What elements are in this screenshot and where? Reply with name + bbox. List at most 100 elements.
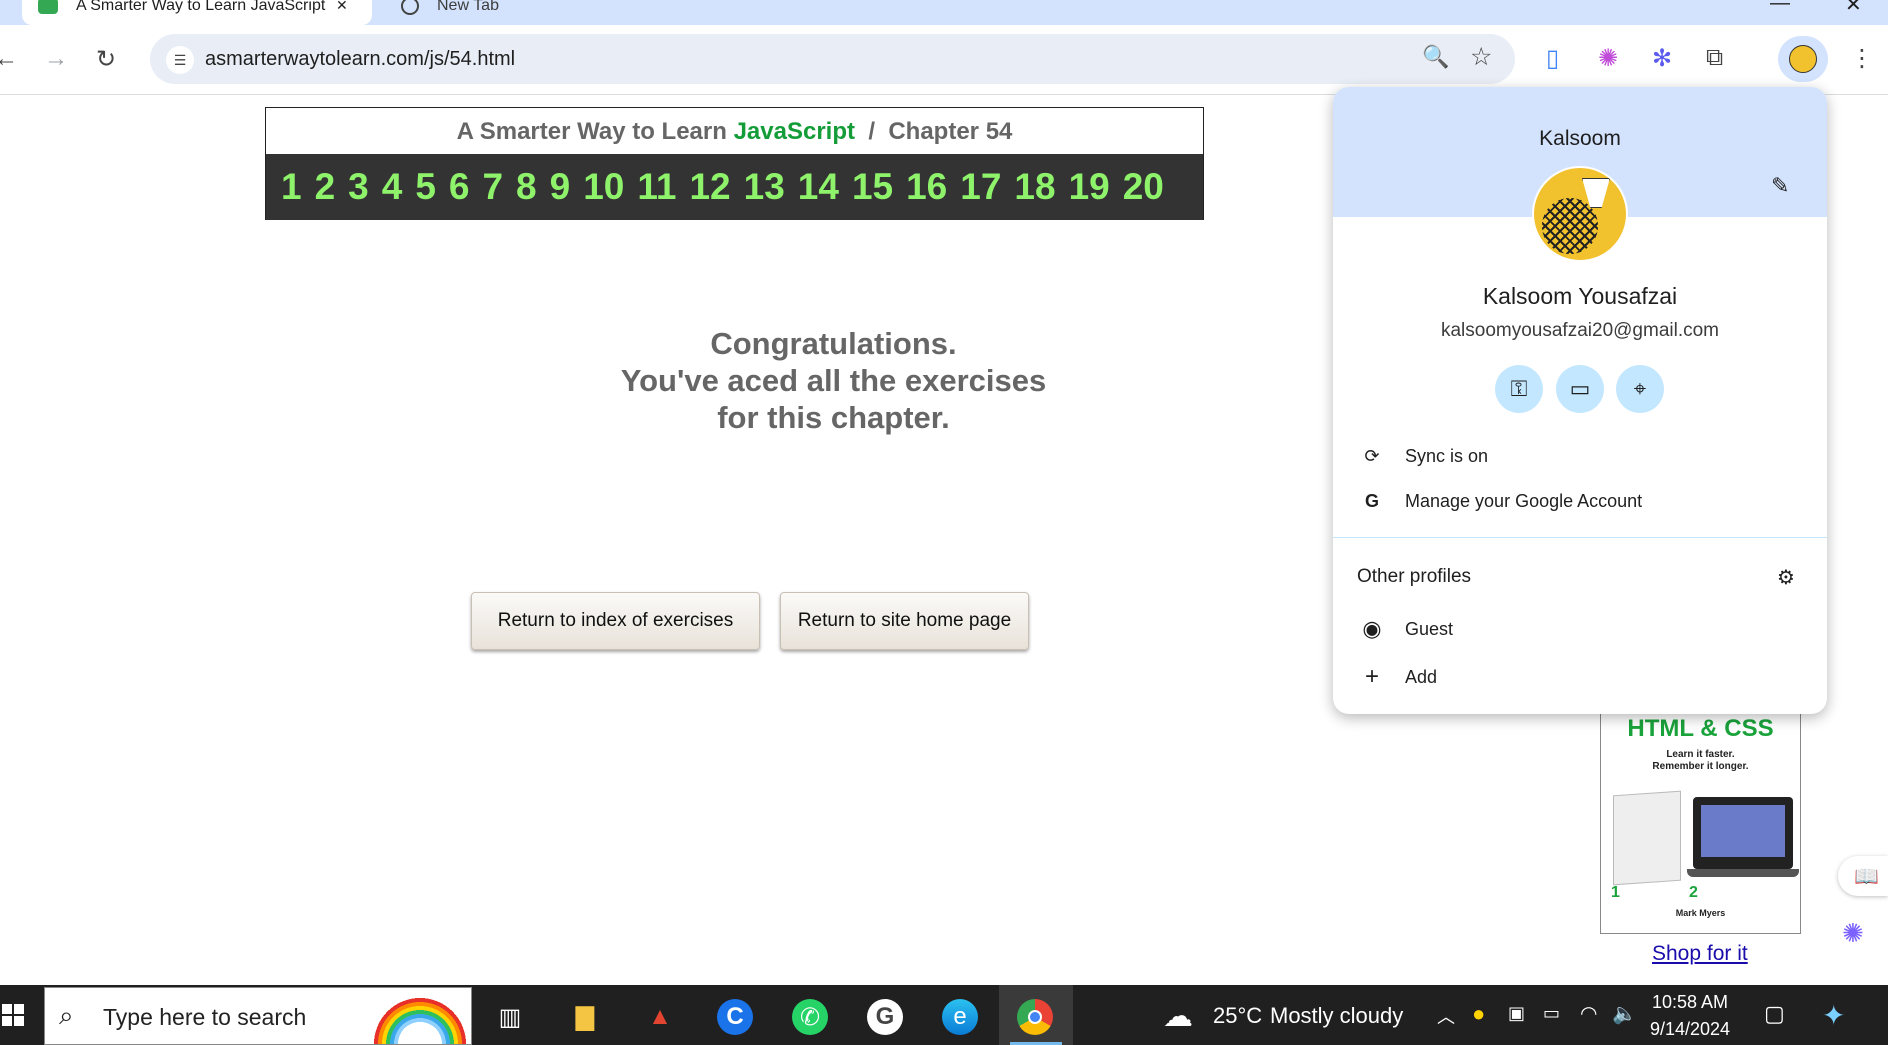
side-extension-brain-icon[interactable]: ✺ [1842, 918, 1886, 962]
return-index-button[interactable]: Return to index of exercises [471, 592, 760, 650]
wifi-icon[interactable]: ◠ [1580, 1001, 1597, 1026]
weather-cloud-icon[interactable]: ☁ [1163, 999, 1193, 1034]
tray-app-icon[interactable]: ● [1472, 1001, 1485, 1027]
laptop-base-image [1687, 869, 1799, 877]
manage-account-row[interactable]: G Manage your Google Account [1333, 481, 1827, 521]
clock[interactable]: 10:58 AM 9/14/2024 [1640, 989, 1740, 1043]
url-text[interactable]: asmarterwaytolearn.com/js/54.html [205, 48, 515, 71]
extension-brain-icon[interactable]: ✺ [1598, 44, 1618, 73]
back-icon[interactable]: ← [0, 45, 18, 73]
reload-icon[interactable]: ↻ [96, 45, 116, 74]
chapter-link[interactable]: 16 [906, 166, 947, 208]
chapter-link[interactable]: 6 [449, 166, 470, 208]
volume-icon[interactable]: 🔈 [1612, 1001, 1637, 1026]
tab-new-tab[interactable]: New Tab [395, 0, 735, 25]
profile-button[interactable] [1778, 36, 1828, 82]
grammarly-icon[interactable]: G [867, 999, 903, 1035]
add-label: Add [1405, 666, 1438, 687]
chapter-link[interactable]: 11 [637, 166, 676, 208]
chapter-link[interactable]: 12 [689, 166, 730, 208]
task-view-icon[interactable]: ▥ [492, 999, 528, 1035]
chrome-icon[interactable] [1017, 999, 1053, 1035]
temperature[interactable]: 25°C [1213, 1003, 1262, 1029]
guest-person-icon: ◉ [1362, 616, 1382, 641]
tab-title: New Tab [437, 0, 499, 14]
add-plus-icon: + [1364, 663, 1379, 690]
book-author: Mark Myers [1675, 908, 1726, 918]
chapter-link[interactable]: 10 [583, 166, 624, 208]
file-explorer-icon[interactable]: ▇ [567, 999, 603, 1035]
chapter-link[interactable]: 5 [415, 166, 436, 208]
extension-spark-icon[interactable]: ✻ [1652, 44, 1672, 73]
chapter-link[interactable]: 3 [348, 166, 369, 208]
forward-icon[interactable]: → [44, 45, 68, 73]
account-name: Kalsoom Yousafzai [1482, 283, 1678, 309]
edge-icon[interactable]: e [942, 999, 978, 1035]
congrats-line: for this chapter. [717, 400, 950, 435]
add-profile-row[interactable]: + Add [1333, 657, 1827, 697]
tray-meet-icon[interactable]: ▣ [1508, 1003, 1525, 1024]
windows-start-icon[interactable] [2, 1004, 24, 1026]
chapter-link[interactable]: 9 [550, 166, 571, 208]
app-triangle-icon[interactable]: ▲ [642, 999, 678, 1035]
other-profiles-heading: Other profiles [1357, 566, 1472, 587]
chapter-link[interactable]: 13 [744, 166, 785, 208]
search-placeholder: Type here to search [103, 1004, 307, 1030]
site-info-icon[interactable]: ☰ [166, 46, 194, 74]
tray-chevron-icon[interactable]: ︿ [1437, 1003, 1455, 1029]
sync-label: Sync is on [1405, 445, 1489, 466]
tab-close-icon[interactable]: ✕ [336, 0, 348, 14]
tab-strip: A Smarter Way to Learn JavaScript ✕ New … [0, 0, 1888, 25]
sync-row[interactable]: ⟳ Sync is on [1333, 436, 1827, 476]
address-bar[interactable]: ☰ asmarterwaytolearn.com/js/54.html 🔍 ☆ [150, 34, 1515, 84]
taskbar-search[interactable]: ⌕ Type here to search [44, 987, 472, 1045]
minimize-icon[interactable]: — [1770, 0, 1790, 15]
reading-mode-icon[interactable]: 📖 [1838, 856, 1888, 896]
passwords-key-icon[interactable]: ⚿ [1495, 365, 1543, 413]
book-subtitle-line: Learn it faster. [1666, 749, 1735, 760]
window-close-icon[interactable]: ✕ [1845, 0, 1862, 17]
congrats-line: You've aced all the exercises [620, 363, 1047, 398]
site-title-chapter: Chapter 54 [888, 118, 1013, 145]
battery-icon[interactable]: ▭ [1543, 1003, 1560, 1024]
payment-card-icon[interactable]: ▭ [1556, 365, 1604, 413]
copilot-icon[interactable]: ✦ [1822, 999, 1845, 1032]
chapter-link[interactable]: 4 [382, 166, 403, 208]
manage-profiles-gear-icon[interactable]: ⚙ [1777, 565, 1795, 590]
manage-account-label: Manage your Google Account [1405, 490, 1643, 511]
notifications-icon[interactable]: ▢ [1764, 1001, 1785, 1027]
divider [1333, 537, 1827, 538]
book-ad[interactable]: HTML & CSS Learn it faster. Remember it … [1600, 710, 1801, 934]
return-home-button[interactable]: Return to site home page [780, 592, 1029, 650]
chapter-link[interactable]: 20 [1123, 166, 1164, 208]
profile-name: Kalsoom [1539, 127, 1621, 150]
chapter-link[interactable]: 1 [281, 166, 302, 208]
chapter-link[interactable]: 14 [798, 166, 839, 208]
shop-link[interactable]: Shop for it [1652, 942, 1748, 966]
chapter-link[interactable]: 18 [1014, 166, 1055, 208]
app-c-icon[interactable]: C [717, 999, 753, 1035]
site-title-separator: / [868, 118, 875, 145]
book-subtitle: Learn it faster. Remember it longer. [1601, 749, 1800, 773]
tab-asmarterway[interactable]: A Smarter Way to Learn JavaScript ✕ [22, 0, 372, 25]
weather-condition[interactable]: Mostly cloudy [1270, 1003, 1403, 1029]
bookmark-star-icon[interactable]: ☆ [1470, 42, 1492, 72]
laptop-image [1693, 797, 1793, 869]
extensions-puzzle-icon[interactable]: ⧉ [1706, 44, 1723, 72]
addresses-pin-icon[interactable]: ⌖ [1616, 365, 1664, 413]
edit-profile-icon[interactable]: ✎ [1771, 173, 1789, 199]
chapter-link[interactable]: 17 [960, 166, 1001, 208]
whatsapp-icon[interactable]: ✆ [792, 999, 828, 1035]
chapter-link[interactable]: 8 [516, 166, 537, 208]
book-subtitle-line: Remember it longer. [1652, 761, 1749, 772]
chapter-link[interactable]: 7 [482, 166, 503, 208]
chrome-menu-icon[interactable]: ⋮ [1850, 44, 1874, 73]
zoom-icon[interactable]: 🔍 [1422, 44, 1449, 70]
chapter-link[interactable]: 2 [315, 166, 336, 208]
extension-doc-icon[interactable]: ▯ [1546, 44, 1559, 73]
chapter-link[interactable]: 19 [1069, 166, 1110, 208]
book-step-1: 1 [1611, 884, 1620, 901]
search-icon: ⌕ [59, 1000, 74, 1030]
chapter-link[interactable]: 15 [852, 166, 893, 208]
guest-profile-row[interactable]: ◉ Guest [1333, 609, 1827, 649]
